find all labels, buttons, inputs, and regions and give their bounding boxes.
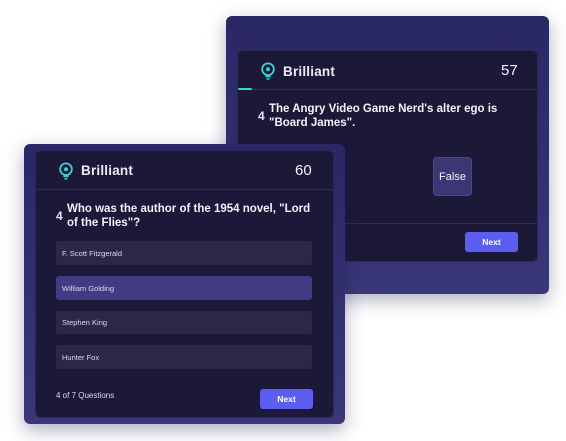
next-button[interactable]: Next	[465, 232, 518, 252]
question-text: Who was the author of the 1954 novel, "L…	[67, 203, 311, 229]
lightbulb-icon	[261, 62, 275, 80]
brand-name: Brilliant	[283, 64, 336, 79]
question-number: 4	[56, 209, 63, 223]
answer-option[interactable]: F. Scott Fitzgerald	[56, 241, 312, 265]
brand-name: Brilliant	[81, 163, 134, 178]
front-quiz-card: Brilliant 60 4 Who was the author of the…	[35, 150, 334, 418]
progress-indicator	[238, 88, 252, 90]
timer: 60	[295, 162, 312, 179]
header-divider	[36, 189, 333, 190]
question-counter: 4 of 7 Questions	[56, 391, 115, 400]
question-number: 4	[258, 109, 265, 123]
question-text: The Angry Video Game Nerd's alter ego is…	[269, 103, 498, 129]
timer: 57	[501, 62, 518, 79]
lightbulb-icon	[59, 162, 73, 180]
answer-option-selected[interactable]: William Golding	[56, 276, 312, 300]
answer-option[interactable]: Stephen King	[56, 311, 312, 334]
header-divider	[238, 89, 537, 90]
false-answer-button[interactable]: False	[433, 157, 472, 196]
front-quiz-window: Brilliant 60 4 Who was the author of the…	[24, 144, 345, 424]
next-button[interactable]: Next	[260, 389, 313, 409]
answer-option[interactable]: Hunter Fox	[56, 345, 312, 369]
